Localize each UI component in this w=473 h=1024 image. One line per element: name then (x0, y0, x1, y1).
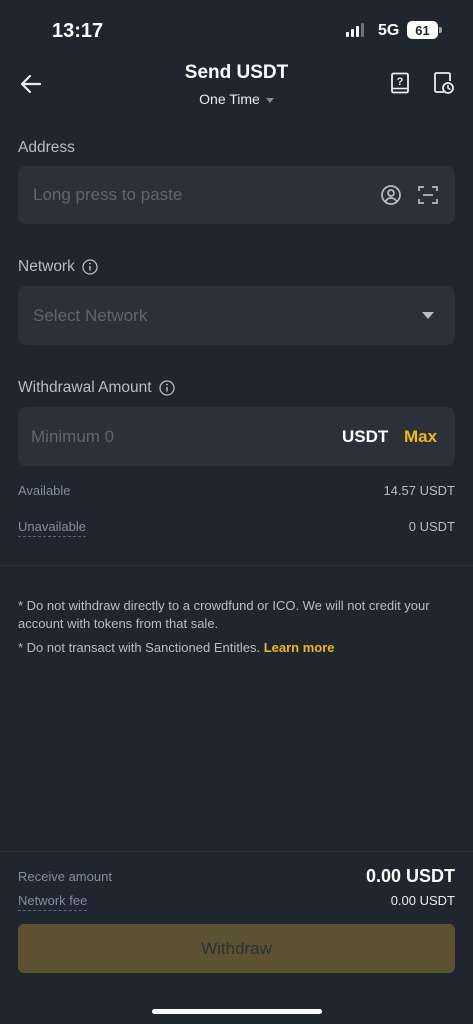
status-time: 13:17 (52, 20, 104, 42)
learn-more-link[interactable]: Learn more (264, 640, 335, 655)
address-label: Address (18, 139, 75, 157)
sanctions-text: * Do not transact with Sanctioned Entitl… (18, 640, 264, 655)
info-icon[interactable] (82, 259, 98, 275)
network-placeholder: Select Network (33, 306, 148, 325)
network-select[interactable]: Select Network (18, 286, 455, 345)
address-input[interactable]: Long press to paste (18, 166, 455, 224)
unavailable-label[interactable]: Unavailable (18, 519, 86, 537)
amount-placeholder: Minimum 0 (31, 427, 115, 446)
warning-note-ico: * Do not withdraw directly to a crowdfun… (18, 598, 430, 631)
battery-level: 61 (415, 22, 430, 38)
network-label: Network (18, 258, 98, 276)
help-book-icon[interactable]: ? (388, 71, 412, 95)
scan-icon[interactable] (417, 184, 439, 206)
receive-amount-value: 0.00 USDT (365, 866, 455, 886)
unavailable-value: 0 USDT (408, 519, 455, 534)
available-label: Available (18, 483, 71, 498)
address-label-text: Address (18, 139, 75, 156)
network-label-text: Network (18, 258, 75, 275)
network-type: 5G (378, 22, 400, 39)
withdraw-button[interactable]: Withdraw (18, 924, 455, 973)
currency-label: USDT (342, 427, 389, 446)
svg-text:?: ? (397, 76, 404, 88)
mode-label: One Time (199, 91, 260, 107)
receive-amount-label: Receive amount (18, 869, 112, 884)
divider (0, 565, 473, 566)
battery-icon: 61 (407, 21, 438, 39)
home-indicator[interactable] (152, 1009, 322, 1014)
network-fee-value: 0.00 USDT (390, 893, 455, 908)
history-icon[interactable] (431, 71, 455, 95)
amount-label: Withdrawal Amount (18, 379, 175, 397)
network-fee-label[interactable]: Network fee (18, 893, 88, 911)
dropdown-triangle-icon (422, 312, 434, 319)
max-button[interactable]: Max (404, 427, 437, 447)
contact-icon[interactable] (380, 184, 402, 206)
available-value: 14.57 USDT (383, 483, 455, 498)
amount-label-text: Withdrawal Amount (18, 379, 152, 396)
chevron-down-icon (265, 97, 274, 103)
bottom-divider (0, 851, 473, 852)
signal-icon (346, 23, 364, 37)
warning-note-sanctions: * Do not transact with Sanctioned Entitl… (18, 639, 455, 657)
amount-input[interactable]: Minimum 0 USDT Max (18, 407, 455, 466)
info-icon[interactable] (158, 380, 175, 396)
address-placeholder: Long press to paste (33, 185, 183, 204)
battery-tip (439, 27, 442, 33)
